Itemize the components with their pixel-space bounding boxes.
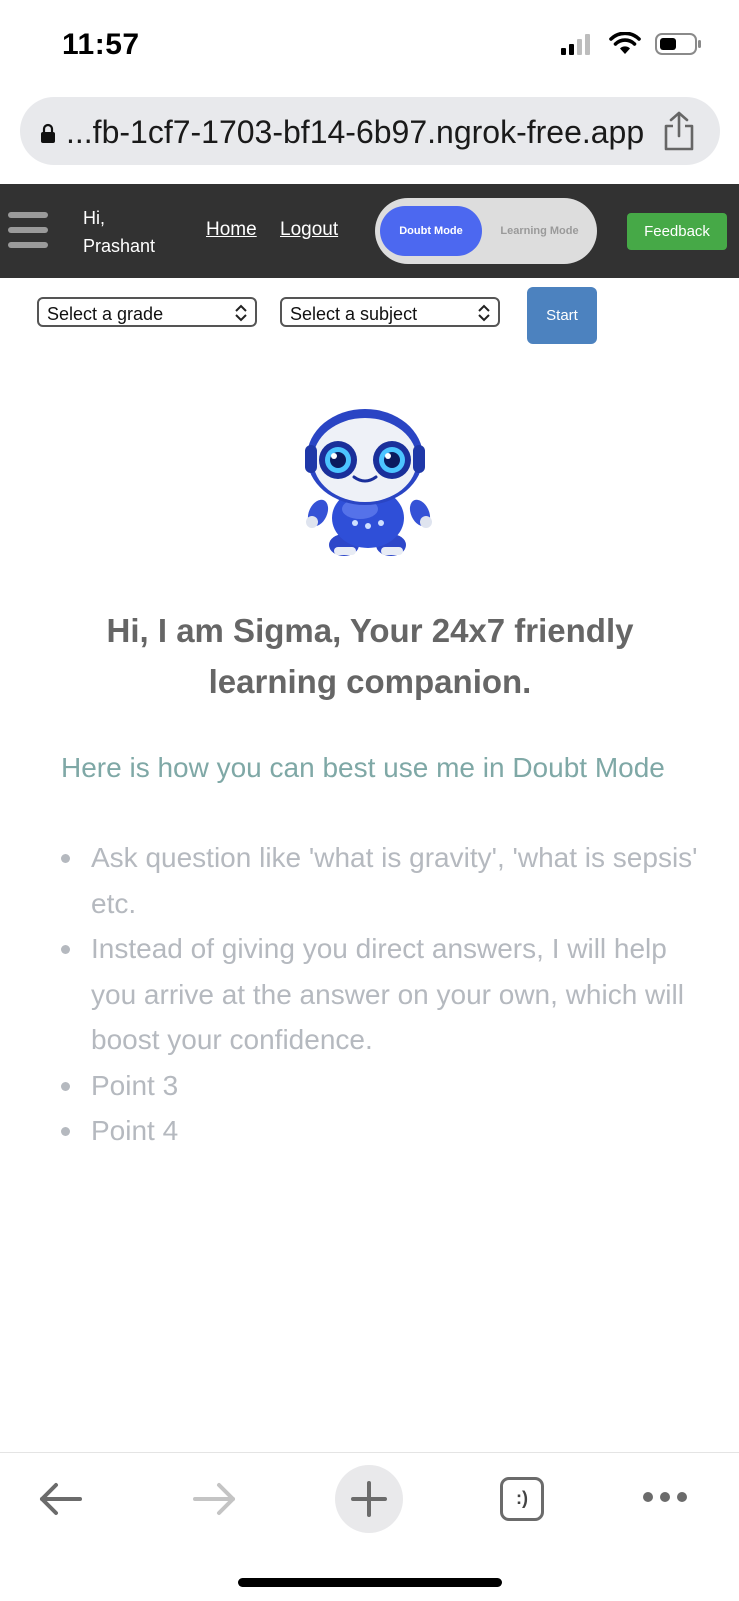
- cellular-signal-icon: [561, 34, 590, 55]
- subject-select-value: Select a subject: [290, 304, 418, 324]
- select-chevrons-icon: [235, 304, 247, 322]
- plus-icon: [351, 1481, 387, 1517]
- list-item: Ask question like 'what is gravity', 'wh…: [61, 835, 701, 926]
- learning-mode-option[interactable]: Learning Mode: [487, 206, 592, 256]
- battery-icon: [655, 33, 701, 55]
- forward-arrow-icon[interactable]: [193, 1481, 237, 1517]
- new-tab-button[interactable]: [335, 1465, 403, 1533]
- doubt-mode-option[interactable]: Doubt Mode: [380, 206, 482, 256]
- lock-icon: [41, 123, 55, 143]
- subject-select[interactable]: Select a subject: [280, 297, 500, 327]
- grade-select[interactable]: Select a grade: [37, 297, 257, 327]
- url-text: ...fb-1cf7-1703-bf14-6b97.ngrok-free.app: [66, 114, 645, 150]
- share-icon[interactable]: [662, 111, 696, 151]
- more-options-icon[interactable]: [642, 1491, 688, 1503]
- tabs-face-label: :): [516, 1488, 528, 1508]
- hamburger-menu-icon[interactable]: [8, 212, 48, 248]
- list-item: Instead of giving you direct answers, I …: [61, 926, 701, 1063]
- list-item: Point 4: [61, 1108, 701, 1154]
- grade-select-value: Select a grade: [47, 304, 164, 324]
- welcome-headline: Hi, I am Sigma, Your 24x7 friendly learn…: [70, 605, 670, 707]
- logout-link[interactable]: Logout: [280, 219, 338, 241]
- tabs-button[interactable]: :): [500, 1477, 544, 1521]
- home-indicator: [238, 1578, 502, 1587]
- usage-points-list: Ask question like 'what is gravity', 'wh…: [61, 835, 701, 1154]
- start-button[interactable]: Start: [527, 287, 597, 344]
- status-icons: [561, 32, 703, 56]
- status-bar: 11:57: [0, 0, 739, 95]
- app-navbar: Hi, Prashant Home Logout Doubt Mode Lear…: [0, 184, 739, 278]
- url-bar[interactable]: ...fb-1cf7-1703-bf14-6b97.ngrok-free.app: [20, 97, 720, 165]
- feedback-button[interactable]: Feedback: [627, 213, 727, 250]
- robot-mascot-icon: [305, 409, 432, 556]
- home-link[interactable]: Home: [206, 219, 257, 241]
- list-item: Point 3: [61, 1063, 701, 1109]
- back-arrow-icon[interactable]: [38, 1481, 82, 1517]
- headline-line-1: Hi, I am Sigma, Your 24x7 friendly: [106, 612, 634, 649]
- user-greeting: Hi, Prashant: [83, 204, 155, 260]
- status-time: 11:57: [62, 28, 140, 61]
- howto-heading: Here is how you can best use me in Doubt…: [61, 752, 665, 783]
- greeting-username: Prashant: [83, 236, 156, 256]
- greeting-hi: Hi,: [83, 208, 105, 228]
- mode-toggle[interactable]: Doubt Mode Learning Mode: [375, 198, 597, 264]
- headline-line-2: learning companion.: [208, 663, 532, 700]
- select-chevrons-icon: [478, 304, 490, 322]
- wifi-icon: [609, 32, 641, 54]
